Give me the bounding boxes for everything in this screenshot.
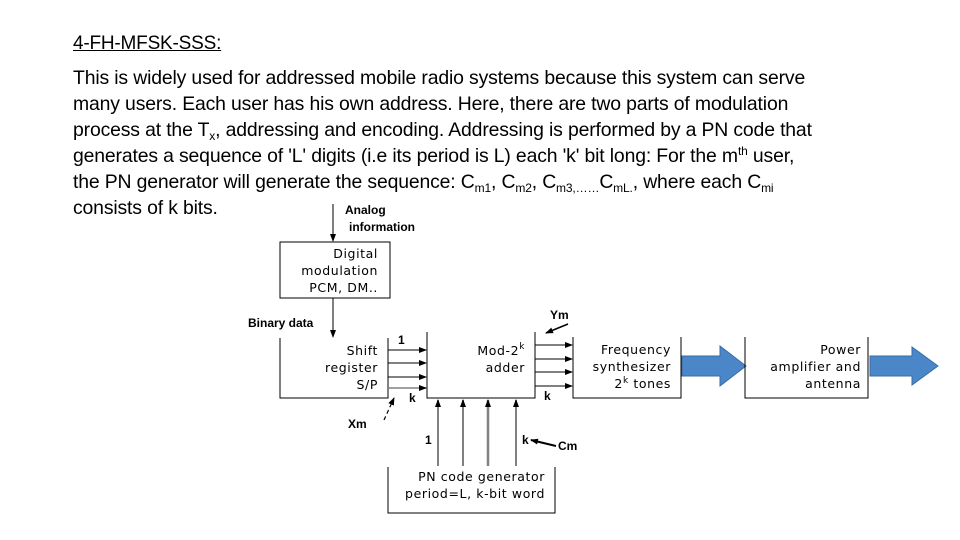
power-amp-label: Power	[820, 342, 861, 357]
ym-k-label: k	[544, 389, 551, 403]
cm-label: Cm	[558, 439, 577, 453]
adder-label: adder	[486, 360, 526, 375]
freq-tones-label: 2k tones	[614, 376, 671, 391]
xm-label: Xm	[348, 417, 367, 431]
tones-rest: tones	[629, 376, 671, 391]
output-arrow	[869, 346, 939, 386]
shift-register-label: register	[325, 360, 378, 375]
freq-synth-label: synthesizer	[593, 359, 672, 374]
digital-mod-label: modulation	[301, 263, 378, 278]
binary-data-label: Binary data	[248, 316, 314, 330]
cm-pointer	[530, 438, 557, 447]
tones-base: 2	[614, 376, 623, 391]
signal-flow-arrow	[681, 344, 747, 388]
pn-bit-first-label: 1	[425, 433, 432, 447]
xm-pointer	[383, 397, 395, 421]
information-label: information	[349, 220, 415, 234]
bit-first-label: 1	[398, 333, 405, 347]
adder-label: Mod-2k	[477, 342, 525, 358]
pn-gen-label: period=L, k-bit word	[405, 486, 545, 501]
digital-mod-label: PCM, DM..	[309, 280, 378, 295]
freq-synth-label: Frequency	[601, 342, 671, 357]
ym-pointer	[545, 323, 569, 334]
block-diagram: Analog information Digital modulation PC…	[248, 203, 939, 514]
adder-sup: k	[519, 342, 525, 352]
adder-text: Mod-2	[477, 343, 519, 358]
pn-bit-last-label: k	[522, 433, 529, 447]
shift-register-label: Shift	[347, 343, 378, 358]
power-amp-label: antenna	[805, 376, 861, 391]
power-amp-label: amplifier and	[770, 359, 861, 374]
bit-last-label: k	[409, 391, 416, 405]
digital-mod-label: Digital	[333, 246, 378, 261]
pn-gen-label: PN code generator	[418, 469, 545, 484]
analog-label: Analog	[345, 203, 386, 217]
shift-register-label: S/P	[357, 377, 378, 392]
ym-label: Ym	[550, 308, 569, 322]
